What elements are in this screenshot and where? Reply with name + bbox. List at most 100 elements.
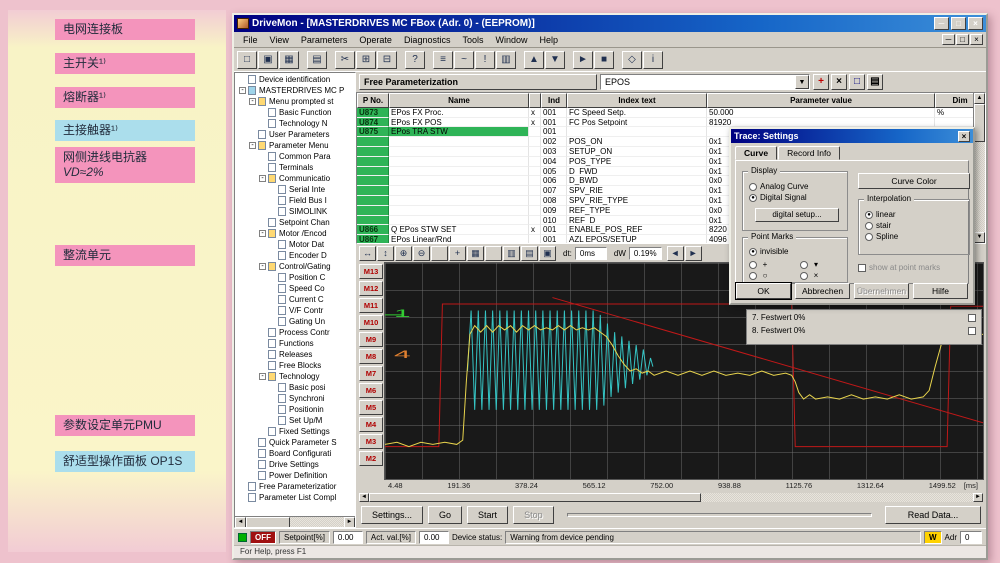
dialog-close-icon[interactable]: × bbox=[958, 131, 970, 142]
legend-row[interactable]: 8. Festwert 0% bbox=[752, 326, 976, 335]
delete-param-icon[interactable]: × bbox=[831, 74, 847, 90]
tree-item[interactable]: Parameter List Compl bbox=[237, 492, 355, 503]
save-curve-icon[interactable]: ▥ bbox=[503, 246, 520, 261]
scroll-down-icon[interactable]: ▼ bbox=[974, 232, 985, 243]
channel-button[interactable]: M9 bbox=[359, 332, 383, 347]
next-cursor-icon[interactable]: ► bbox=[685, 246, 702, 261]
add-param-icon[interactable]: + bbox=[813, 74, 829, 90]
help-icon[interactable]: ? bbox=[405, 51, 425, 69]
tree-item[interactable]: Field Bus I bbox=[237, 195, 355, 206]
expand-toggle[interactable]: - bbox=[239, 87, 246, 94]
expand-toggle[interactable]: - bbox=[259, 263, 266, 270]
zoom-y-icon[interactable]: ↕ bbox=[377, 246, 394, 261]
channel-button[interactable]: M5 bbox=[359, 400, 383, 415]
mark-symbol-radio[interactable]: + bbox=[745, 259, 792, 270]
radio-icon[interactable] bbox=[800, 261, 808, 269]
tree-item[interactable]: Functions bbox=[237, 338, 355, 349]
copy-curve-icon[interactable]: ▣ bbox=[539, 246, 556, 261]
tree-item[interactable]: User Parameters bbox=[237, 129, 355, 140]
tree-item[interactable]: Position C bbox=[237, 272, 355, 283]
cell-value[interactable]: 50.000 bbox=[707, 108, 935, 118]
mark-symbol-radio[interactable]: × bbox=[796, 270, 843, 281]
interpolation-radio[interactable]: Spline bbox=[859, 231, 969, 242]
tree-item[interactable]: Common Para bbox=[237, 151, 355, 162]
tree-item[interactable]: - MASTERDRIVES MC P bbox=[237, 85, 355, 96]
channel-button[interactable]: M12 bbox=[359, 281, 383, 296]
column-header-value[interactable]: Parameter value bbox=[707, 93, 935, 108]
expand-toggle[interactable]: - bbox=[249, 142, 256, 149]
radio-icon[interactable] bbox=[749, 183, 757, 191]
tree-item[interactable]: Free Parameterizatior bbox=[237, 481, 355, 492]
tree-item[interactable]: - Parameter Menu bbox=[237, 140, 355, 151]
column-header-pno[interactable]: P No. bbox=[357, 93, 389, 108]
scroll-left-icon[interactable]: ◄ bbox=[235, 517, 246, 528]
cursor-icon[interactable]: + bbox=[449, 246, 466, 261]
tree-item[interactable]: Fixed Settings bbox=[237, 426, 355, 437]
apply-button[interactable]: Übernehmen bbox=[854, 283, 909, 299]
sep[interactable] bbox=[426, 51, 432, 69]
tree-horizontal-scrollbar[interactable]: ◄ ► bbox=[235, 516, 355, 527]
radio-icon[interactable]: ● bbox=[749, 194, 757, 202]
param-list-icon[interactable]: ≡ bbox=[433, 51, 453, 69]
tree-item[interactable]: Drive Settings bbox=[237, 459, 355, 470]
interpolation-radio[interactable]: ● linear bbox=[859, 209, 969, 220]
sep[interactable] bbox=[485, 246, 502, 261]
digital-setup-button[interactable]: digital setup... bbox=[755, 208, 839, 222]
menu-item[interactable]: View bbox=[264, 34, 295, 46]
radio-icon[interactable] bbox=[749, 272, 757, 280]
zoom-x-icon[interactable]: ↔ bbox=[359, 246, 376, 261]
radio-icon[interactable] bbox=[749, 261, 757, 269]
menu-item[interactable]: Help bbox=[534, 34, 565, 46]
prev-cursor-icon[interactable]: ◄ bbox=[667, 246, 684, 261]
menu-item[interactable]: Operate bbox=[353, 34, 398, 46]
channel-button[interactable]: M13 bbox=[359, 264, 383, 279]
menu-item[interactable]: Tools bbox=[456, 34, 489, 46]
table-row[interactable]: U874 EPos FX POS x 001 FC Pos Setpoint 8… bbox=[357, 118, 985, 128]
tree-item[interactable]: Encoder D bbox=[237, 250, 355, 261]
minimize-button[interactable]: ─ bbox=[934, 17, 949, 30]
channel-button[interactable]: M10 bbox=[359, 315, 383, 330]
go-button[interactable]: Go bbox=[428, 506, 462, 524]
menu-item[interactable]: Window bbox=[489, 34, 533, 46]
new-icon[interactable]: □ bbox=[237, 51, 257, 69]
open-icon[interactable]: ▣ bbox=[258, 51, 278, 69]
cut-icon[interactable]: ✂ bbox=[335, 51, 355, 69]
tree-item[interactable]: Basic posi bbox=[237, 382, 355, 393]
column-header-indextext[interactable]: Index text bbox=[567, 93, 707, 108]
tab-curve[interactable]: Curve bbox=[735, 146, 777, 160]
mdi-minimize-button[interactable]: ─ bbox=[942, 34, 955, 45]
about-icon[interactable]: i bbox=[643, 51, 663, 69]
scroll-right-icon[interactable]: ► bbox=[973, 493, 983, 502]
print-param-icon[interactable]: ▤ bbox=[867, 74, 883, 90]
help-button[interactable]: Hilfe bbox=[913, 283, 968, 299]
sep[interactable] bbox=[566, 51, 572, 69]
channel-button[interactable]: M2 bbox=[359, 451, 383, 466]
go-icon[interactable]: ► bbox=[573, 51, 593, 69]
channel-button[interactable]: M3 bbox=[359, 434, 383, 449]
maximize-button[interactable]: □ bbox=[951, 17, 966, 30]
read-data-button[interactable]: Read Data... bbox=[885, 506, 981, 524]
paste-icon[interactable]: ⊟ bbox=[377, 51, 397, 69]
tree-item[interactable]: Motor Dat bbox=[237, 239, 355, 250]
diagnostics-icon[interactable]: ! bbox=[475, 51, 495, 69]
menu-item[interactable]: File bbox=[237, 34, 264, 46]
stop-icon[interactable]: ■ bbox=[594, 51, 614, 69]
start-button[interactable]: Start bbox=[467, 506, 508, 524]
zoom-out-icon[interactable]: ⊖ bbox=[413, 246, 430, 261]
tree-item[interactable]: Technology N bbox=[237, 118, 355, 129]
radio-icon[interactable]: ● bbox=[749, 248, 757, 256]
dialog-title-bar[interactable]: Trace: Settings × bbox=[731, 129, 973, 143]
curve-color-button[interactable]: Curve Color bbox=[858, 173, 970, 189]
tree-item[interactable]: Power Definition bbox=[237, 470, 355, 481]
menu-item[interactable]: Parameters bbox=[295, 34, 354, 46]
tree-item[interactable]: Process Contr bbox=[237, 327, 355, 338]
tree-item[interactable]: Free Blocks bbox=[237, 360, 355, 371]
digital-signal-radio[interactable]: ● Digital Signal bbox=[743, 192, 847, 203]
tree-item[interactable]: Serial Inte bbox=[237, 184, 355, 195]
column-header-x[interactable] bbox=[529, 93, 541, 108]
radio-icon[interactable] bbox=[865, 233, 873, 241]
tree-item[interactable]: Positionin bbox=[237, 404, 355, 415]
trace-icon[interactable]: ~ bbox=[454, 51, 474, 69]
mark-symbol-radio[interactable]: ▾ bbox=[796, 259, 843, 270]
cell-value[interactable]: 81920 bbox=[707, 118, 935, 128]
